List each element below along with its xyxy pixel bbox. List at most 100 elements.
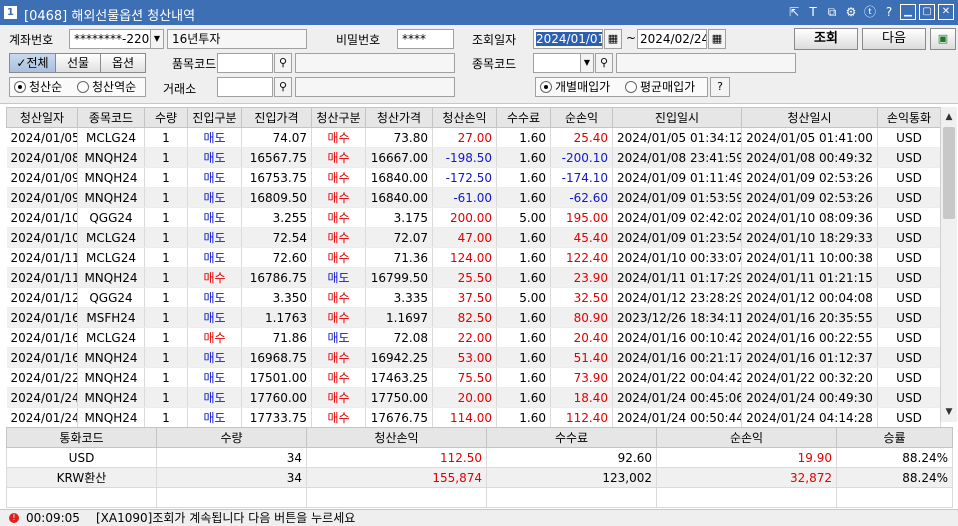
- exchange-field[interactable]: [217, 77, 273, 97]
- date-to-field[interactable]: 2024/02/24: [637, 29, 707, 49]
- symbol-search-icon[interactable]: ⚲: [595, 53, 613, 73]
- password-field[interactable]: ****: [397, 29, 454, 49]
- table-row[interactable]: 2024/01/16 MSFH24 1 매도 1.1763 매수 1.1697 82.50 1.…: [6, 307, 941, 328]
- table-row[interactable]: 2024/01/05 MCLG24 1 매도 74.07 매수 73.80 27.00 1.60…: [6, 127, 941, 148]
- table-row[interactable]: 2024/01/11 MCLG24 1 매도 72.60 매수 71.36 124.00 1.6…: [6, 247, 941, 268]
- sort-by-settlement-desc-radio[interactable]: 청산역순: [77, 77, 136, 97]
- query-button[interactable]: 조회: [794, 28, 858, 50]
- settle-time-cell: 2024/01/22 00:32:20: [741, 367, 878, 388]
- symbol-cell: MNQH24: [77, 407, 145, 428]
- tab-all[interactable]: ✓전체: [9, 53, 56, 73]
- entry-time-cell: 2024/01/09 02:42:02: [612, 207, 742, 228]
- individual-price-radio[interactable]: 개별매입가: [540, 77, 610, 97]
- table-row[interactable]: 2024/01/09 MNQH24 1 매도 16809.50 매수 16840.00 -61…: [6, 187, 941, 208]
- entry-side-cell: 매도: [187, 247, 242, 268]
- scroll-thumb[interactable]: [943, 127, 955, 219]
- column-header[interactable]: 손익통화: [877, 107, 941, 128]
- settle-pnl-cell: 37.50: [432, 287, 497, 308]
- product-code-field[interactable]: [217, 53, 273, 73]
- next-button[interactable]: 다음: [862, 28, 926, 50]
- column-header[interactable]: 청산구분: [311, 107, 366, 128]
- column-header[interactable]: 수량: [144, 107, 188, 128]
- net-pnl-cell: 32.50: [550, 287, 613, 308]
- empty-cell: [156, 487, 307, 508]
- tab-options[interactable]: 옵션: [100, 53, 146, 73]
- summary-header-row: 통화코드 수량 청산손익 수수료 순손익 승률: [6, 427, 953, 448]
- column-header[interactable]: 순손익: [550, 107, 613, 128]
- column-header[interactable]: 청산일시: [741, 107, 878, 128]
- excel-export-button[interactable]: ▣: [930, 28, 956, 50]
- settle-time-cell: 2024/01/09 02:53:26: [741, 187, 878, 208]
- table-row[interactable]: 2024/01/08 MNQH24 1 매도 16567.75 매수 16667.00 -19…: [6, 147, 941, 168]
- help-icon[interactable]: ?: [881, 4, 897, 20]
- win-rate-cell: 88.24%: [836, 467, 953, 488]
- table-row[interactable]: 2024/01/10 QGG24 1 매도 3.255 매수 3.175 200.00 5.00…: [6, 207, 941, 228]
- help-button[interactable]: ?: [710, 77, 730, 97]
- fee-cell: 5.00: [496, 287, 551, 308]
- date-to-calendar-icon[interactable]: ▦: [708, 29, 726, 49]
- column-header[interactable]: 진입일시: [612, 107, 742, 128]
- text-icon[interactable]: ⓣ: [862, 4, 878, 20]
- column-header[interactable]: 진입구분: [187, 107, 242, 128]
- column-header[interactable]: 청산가격: [365, 107, 433, 128]
- sort-by-settlement-radio[interactable]: 청산순: [14, 77, 62, 97]
- maximize-icon[interactable]: ▢: [919, 4, 935, 20]
- settle-time-cell: 2024/01/10 18:29:33: [741, 227, 878, 248]
- tab-futures[interactable]: 선물: [55, 53, 101, 73]
- column-header[interactable]: 청산일자: [6, 107, 78, 128]
- average-price-radio[interactable]: 평균매입가: [625, 77, 695, 97]
- product-search-icon[interactable]: ⚲: [274, 53, 292, 73]
- table-row[interactable]: 2024/01/16 MCLG24 1 매수 71.86 매도 72.08 22.00 1.60…: [6, 327, 941, 348]
- table-row[interactable]: 2024/01/16 MNQH24 1 매도 16968.75 매수 16942.25 53.…: [6, 347, 941, 368]
- product-code-label: 품목코드: [172, 57, 217, 71]
- table-row[interactable]: 2024/01/09 MNQH24 1 매도 16753.75 매수 16840.00 -17…: [6, 167, 941, 188]
- table-row[interactable]: 2024/01/12 QGG24 1 매도 3.350 매수 3.335 37.50 5.00 3…: [6, 287, 941, 308]
- symbol-dropdown-button[interactable]: ▼: [580, 53, 594, 73]
- settle-price-cell: 17463.25: [365, 367, 433, 388]
- t-icon[interactable]: T: [805, 4, 821, 20]
- currency-cell: USD: [877, 207, 941, 228]
- exchange-search-icon[interactable]: ⚲: [274, 77, 292, 97]
- settle-date-cell: 2024/01/09: [6, 167, 78, 188]
- settlement-table: 청산일자 종목코드 수량 진입구분 진입가격 청산구분 청산가격 청산손익 수수료 순손익 진입일시…: [6, 107, 941, 448]
- column-header[interactable]: 종목코드: [77, 107, 145, 128]
- table-row[interactable]: 2024/01/24 MNQH24 1 매도 17733.75 매수 17676.75 114…: [6, 407, 941, 428]
- fee-cell: 5.00: [496, 207, 551, 228]
- scroll-up-icon[interactable]: ▲: [941, 109, 957, 125]
- table-row[interactable]: 2024/01/22 MNQH24 1 매도 17501.00 매수 17463.25 75.…: [6, 367, 941, 388]
- entry-side-cell: 매도: [187, 307, 242, 328]
- settings-icon[interactable]: ⚙: [843, 4, 859, 20]
- summary-column-header: 수량: [156, 427, 307, 448]
- table-vertical-scrollbar[interactable]: ▲ ▼: [940, 107, 957, 422]
- symbol-code-field[interactable]: [533, 53, 581, 73]
- fee-cell: 1.60: [496, 187, 551, 208]
- settle-pnl-cell: 25.50: [432, 267, 497, 288]
- table-row[interactable]: 2024/01/10 MCLG24 1 매도 72.54 매수 72.07 47.00 1.60…: [6, 227, 941, 248]
- entry-time-cell: 2024/01/09 01:23:54: [612, 227, 742, 248]
- minimize-icon[interactable]: ▁: [900, 4, 916, 20]
- entry-price-cell: 16567.75: [241, 147, 312, 168]
- fee-cell: 1.60: [496, 227, 551, 248]
- settle-pnl-cell: 200.00: [432, 207, 497, 228]
- link-icon[interactable]: ⇱: [786, 4, 802, 20]
- empty-cell: [306, 487, 487, 508]
- date-from-calendar-icon[interactable]: ▦: [604, 29, 622, 49]
- summary-column-header: 수수료: [486, 427, 657, 448]
- qty-cell: 34: [156, 467, 307, 488]
- column-header[interactable]: 수수료: [496, 107, 551, 128]
- date-from-field[interactable]: 2024/01/01: [533, 29, 603, 49]
- currency-cell: USD: [877, 307, 941, 328]
- scroll-down-icon[interactable]: ▼: [941, 404, 957, 420]
- close-icon[interactable]: ✕: [938, 4, 954, 20]
- settle-pnl-cell: 124.00: [432, 247, 497, 268]
- entry-side-cell: 매수: [187, 327, 242, 348]
- table-row[interactable]: 2024/01/24 MNQH24 1 매도 17760.00 매수 17750.00 20.…: [6, 387, 941, 408]
- account-number-field[interactable]: ********-220: [69, 29, 151, 49]
- table-row[interactable]: 2024/01/11 MNQH24 1 매수 16786.75 매도 16799.50 25.…: [6, 267, 941, 288]
- copy-icon[interactable]: ⧉: [824, 4, 840, 20]
- net-pnl-cell: 80.90: [550, 307, 613, 328]
- column-header[interactable]: 청산손익: [432, 107, 497, 128]
- account-dropdown-button[interactable]: ▼: [150, 29, 164, 49]
- column-header[interactable]: 진입가격: [241, 107, 312, 128]
- settle-date-cell: 2024/01/11: [6, 247, 78, 268]
